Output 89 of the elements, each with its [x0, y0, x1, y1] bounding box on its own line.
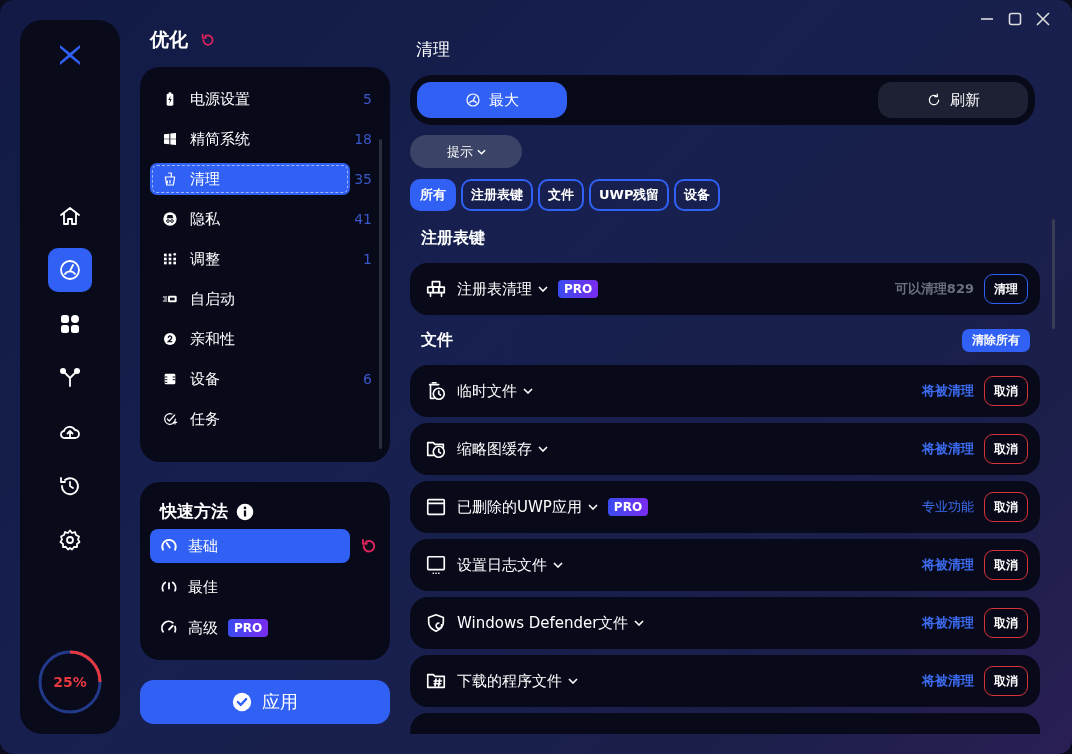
chevron-icon — [538, 286, 548, 292]
windows-icon — [162, 131, 178, 147]
chevron-icon — [568, 678, 578, 684]
nav-button-active[interactable] — [48, 248, 92, 292]
row-button[interactable]: 取消 — [984, 608, 1028, 638]
reset-icon[interactable] — [360, 537, 378, 555]
mode-button[interactable]: 刷新 — [878, 82, 1028, 118]
row-dropdown[interactable]: 缩略图缓存 — [455, 439, 550, 459]
gauge-icon — [465, 92, 481, 108]
preset-option[interactable]: 基础 — [150, 529, 350, 563]
filter-chip[interactable]: 设备 — [674, 179, 721, 211]
refresh-icon — [926, 92, 942, 108]
filter-chip[interactable]: 注册表键 — [461, 179, 533, 211]
preset-option[interactable]: 最佳 — [150, 570, 350, 604]
progress-label: 25% — [52, 673, 88, 691]
item-count: 1 — [363, 251, 372, 267]
row-dropdown[interactable]: 临时文件 — [455, 381, 535, 401]
category-item[interactable]: 自启动 — [150, 283, 350, 315]
item-count: 18 — [354, 131, 372, 147]
pro-badge: PRO — [228, 619, 269, 637]
row-button[interactable]: 取消 — [984, 492, 1028, 522]
undo-icon[interactable] — [200, 31, 216, 48]
group-heading: 文件 — [421, 329, 453, 351]
category-item[interactable]: 任务 — [150, 403, 350, 435]
page-title: 清理 — [415, 39, 451, 59]
preset-option[interactable]: 高级 PRO — [150, 611, 350, 645]
grid-icon — [162, 251, 178, 267]
scrollbar[interactable] — [379, 139, 382, 449]
history-icon — [58, 474, 82, 498]
row-button[interactable]: 取消 — [984, 666, 1028, 696]
hint-dropdown[interactable]: 提示 — [410, 135, 522, 168]
chevron-icon — [476, 148, 486, 155]
logo-icon — [58, 44, 82, 66]
row-dropdown[interactable]: 注册表清理 — [455, 279, 550, 299]
apply-button[interactable]: 应用 — [140, 680, 390, 724]
item-count: 41 — [354, 211, 372, 227]
item-count: 6 — [363, 371, 372, 387]
maximize-icon[interactable] — [1008, 12, 1022, 26]
row-status: 专业功能 — [922, 498, 974, 516]
filter-chip[interactable]: UWP残留 — [589, 179, 670, 211]
chevron-icon — [553, 562, 563, 568]
group-heading: 注册表键 — [421, 227, 485, 249]
close-icon[interactable] — [1036, 12, 1050, 26]
mode-button[interactable]: 最大 — [417, 82, 567, 118]
scrollbar[interactable] — [1052, 219, 1055, 329]
spy-icon — [162, 211, 178, 227]
settings-icon — [58, 528, 82, 552]
broom-icon — [162, 171, 178, 187]
chevron-icon — [523, 388, 533, 394]
category-item[interactable]: 亲和性 — [150, 323, 350, 355]
row-status: 将被清理 — [922, 440, 974, 458]
row-dropdown[interactable]: 设置日志文件 — [455, 555, 565, 575]
row-button[interactable]: 取消 — [984, 376, 1028, 406]
filter-chip[interactable]: 所有 — [410, 179, 456, 211]
row-dropdown[interactable]: 已删除的UWP应用 — [455, 497, 600, 517]
window-icon — [425, 496, 447, 518]
section-title: 优化 — [150, 26, 188, 52]
row-status: 将被清理 — [922, 556, 974, 574]
item-count: 35 — [354, 171, 372, 187]
chevron-icon — [538, 446, 548, 452]
apps-icon — [58, 312, 82, 336]
chevron-icon — [587, 504, 598, 510]
row-status: 将被清理 — [922, 672, 974, 690]
item-count: 5 — [363, 91, 372, 107]
check-icon — [232, 692, 252, 712]
shield-icon — [425, 612, 447, 634]
info-icon[interactable] — [236, 502, 254, 521]
row-dropdown[interactable]: 下载的程序文件 — [455, 671, 580, 691]
branch-icon — [58, 366, 82, 390]
number-badge-icon — [162, 331, 178, 347]
pro-badge: PRO — [558, 280, 599, 298]
blocks-icon — [425, 278, 447, 300]
row-button[interactable]: 清理 — [984, 274, 1028, 304]
clear-all-button[interactable]: 清除所有 — [962, 328, 1030, 352]
chevron-icon — [634, 620, 645, 626]
gauge-icon — [58, 258, 82, 282]
monitor-icon — [425, 554, 447, 576]
home-icon — [58, 204, 82, 228]
task-check-icon — [162, 411, 178, 427]
row-button[interactable]: 取消 — [984, 550, 1028, 580]
row-status: 可以清理829 — [894, 280, 974, 298]
row-button[interactable]: 取消 — [984, 434, 1028, 464]
row-status: 将被清理 — [922, 614, 974, 632]
panel-title: 快速方法 — [160, 500, 228, 523]
chip-icon — [162, 371, 178, 387]
filter-chip[interactable]: 文件 — [538, 179, 584, 211]
row-dropdown[interactable]: Windows Defender文件 — [455, 613, 647, 633]
pro-badge: PRO — [607, 498, 649, 516]
row-status: 将被清理 — [922, 382, 974, 400]
